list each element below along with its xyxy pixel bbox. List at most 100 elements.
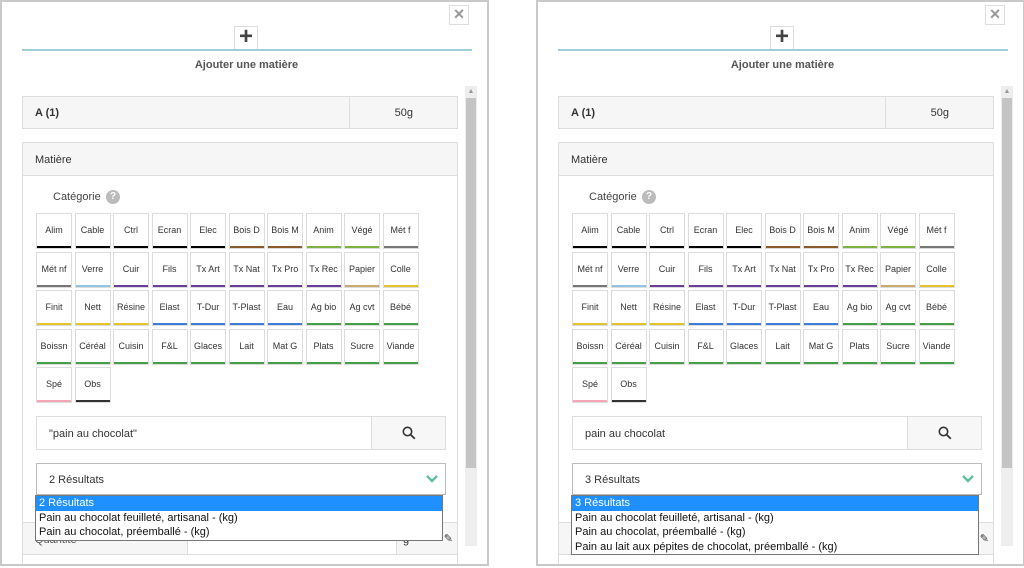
category-tile[interactable]: T-Plast (228, 290, 265, 326)
scrollbar-thumb[interactable] (466, 98, 476, 468)
category-tile[interactable]: Bois M (803, 213, 839, 249)
category-tile[interactable]: Papier (880, 251, 916, 288)
category-tile[interactable]: Plats (841, 328, 878, 365)
category-tile[interactable]: Bébé (918, 290, 955, 326)
category-tile[interactable]: Lait (228, 328, 265, 365)
category-tile[interactable]: Colle (918, 251, 955, 288)
category-tile[interactable]: Lait (764, 328, 801, 365)
category-tile[interactable]: Céréal (610, 328, 647, 365)
category-tile[interactable]: T-Dur (190, 290, 226, 326)
scroll-up-arrow-icon[interactable]: ▲ (1001, 86, 1013, 98)
category-tile[interactable]: Colle (382, 251, 419, 288)
dropdown-option[interactable]: Pain au lait aux pépites de chocolat, pr… (572, 540, 978, 555)
dropdown-option[interactable]: 3 Résultats (572, 496, 978, 511)
category-tile[interactable]: Fils (687, 251, 724, 288)
add-matiere-button[interactable]: + (234, 25, 258, 50)
category-tile[interactable]: Alim (36, 213, 72, 249)
category-tile[interactable]: Sucre (344, 328, 380, 365)
category-tile[interactable]: Anim (841, 213, 878, 249)
category-tile[interactable]: Ecran (151, 213, 188, 249)
category-tile[interactable]: Mét f (918, 213, 955, 249)
category-tile[interactable]: Tx Art (726, 251, 762, 288)
category-tile[interactable]: F&L (687, 328, 724, 365)
category-tile[interactable]: Bois M (267, 213, 303, 249)
category-tile[interactable]: Glaces (190, 328, 226, 365)
dropdown-option[interactable]: Pain au chocolat feuilleté, artisanal - … (572, 511, 978, 526)
category-tile[interactable]: Cuir (649, 251, 685, 288)
category-tile[interactable]: F&L (151, 328, 188, 365)
category-tile[interactable]: Finit (36, 290, 72, 326)
category-tile[interactable]: Elec (190, 213, 226, 249)
add-matiere-button[interactable]: + (770, 25, 794, 50)
category-tile[interactable]: Glaces (726, 328, 762, 365)
category-tile[interactable]: Mét f (382, 213, 419, 249)
category-tile[interactable]: Tx Nat (228, 251, 265, 288)
category-tile[interactable]: Eau (803, 290, 839, 326)
dropdown-option[interactable]: Pain au chocolat feuilleté, artisanal - … (36, 511, 442, 526)
category-tile[interactable]: Alim (572, 213, 608, 249)
ingredient-row[interactable]: A (1) 50g (22, 96, 458, 129)
category-tile[interactable]: Céréal (74, 328, 111, 365)
search-input[interactable]: pain au chocolat (585, 428, 665, 440)
category-tile[interactable]: Bois D (228, 213, 265, 249)
category-tile[interactable]: Obs (74, 367, 111, 403)
results-dropdown-list[interactable]: 2 Résultats Pain au chocolat feuilleté, a… (35, 495, 443, 541)
category-tile[interactable]: Cuisin (113, 328, 149, 365)
category-tile[interactable]: Finit (572, 290, 608, 326)
scrollbar-thumb[interactable] (1002, 98, 1012, 468)
results-dropdown-list[interactable]: 3 Résultats Pain au chocolat feuilleté, a… (571, 495, 979, 555)
category-tile[interactable]: Viande (382, 328, 419, 365)
help-icon[interactable]: ? (642, 190, 656, 204)
category-tile[interactable]: Sucre (880, 328, 916, 365)
category-tile[interactable]: Eau (267, 290, 303, 326)
search-button[interactable] (907, 417, 981, 449)
category-tile[interactable]: Ecran (687, 213, 724, 249)
results-select[interactable]: 3 Résultats (572, 463, 982, 495)
category-tile[interactable]: Spé (572, 367, 608, 403)
category-tile[interactable]: Cable (610, 213, 647, 249)
scrollbar[interactable]: ▲ (1001, 86, 1013, 546)
category-tile[interactable]: Tx Nat (764, 251, 801, 288)
category-tile[interactable]: Tx Rec (305, 251, 342, 288)
category-tile[interactable]: Tx Pro (803, 251, 839, 288)
category-tile[interactable]: Anim (305, 213, 342, 249)
category-tile[interactable]: Ag cvt (880, 290, 916, 326)
search-input[interactable]: "pain au chocolat" (49, 428, 137, 440)
category-tile[interactable]: Plats (305, 328, 342, 365)
category-tile[interactable]: Fils (151, 251, 188, 288)
category-tile[interactable]: Bébé (382, 290, 419, 326)
dropdown-option[interactable]: Pain au chocolat, préemballé - (kg) (572, 525, 978, 540)
category-tile[interactable]: Végé (880, 213, 916, 249)
category-tile[interactable]: Nett (74, 290, 111, 326)
category-tile[interactable]: Ag cvt (344, 290, 380, 326)
close-button[interactable]: × (985, 5, 1005, 25)
category-tile[interactable]: Nett (610, 290, 647, 326)
category-tile[interactable]: T-Dur (726, 290, 762, 326)
category-tile[interactable]: Cable (74, 213, 111, 249)
category-tile[interactable]: Viande (918, 328, 955, 365)
dropdown-option[interactable]: Pain au chocolat, préemballé - (kg) (36, 525, 442, 540)
category-tile[interactable]: Elast (687, 290, 724, 326)
category-tile[interactable]: Boissn (36, 328, 72, 365)
category-tile[interactable]: Tx Art (190, 251, 226, 288)
pencil-icon[interactable]: ✎ (444, 532, 453, 545)
category-tile[interactable]: Cuisin (649, 328, 685, 365)
category-tile[interactable]: Tx Pro (267, 251, 303, 288)
category-tile[interactable]: Mét nf (572, 251, 608, 288)
category-tile[interactable]: Tx Rec (841, 251, 878, 288)
category-tile[interactable]: Verre (610, 251, 647, 288)
category-tile[interactable]: Ag bio (305, 290, 342, 326)
category-tile[interactable]: Mat G (267, 328, 303, 365)
scrollbar[interactable]: ▲ (465, 86, 477, 546)
search-button[interactable] (371, 417, 445, 449)
category-tile[interactable]: Résine (649, 290, 685, 326)
category-tile[interactable]: Bois D (764, 213, 801, 249)
results-select[interactable]: 2 Résultats (36, 463, 446, 495)
category-tile[interactable]: Mét nf (36, 251, 72, 288)
pencil-icon[interactable]: ✎ (980, 532, 989, 545)
category-tile[interactable]: Végé (344, 213, 380, 249)
category-tile[interactable]: Mat G (803, 328, 839, 365)
category-tile[interactable]: Cuir (113, 251, 149, 288)
scroll-up-arrow-icon[interactable]: ▲ (465, 86, 477, 98)
category-tile[interactable]: Verre (74, 251, 111, 288)
